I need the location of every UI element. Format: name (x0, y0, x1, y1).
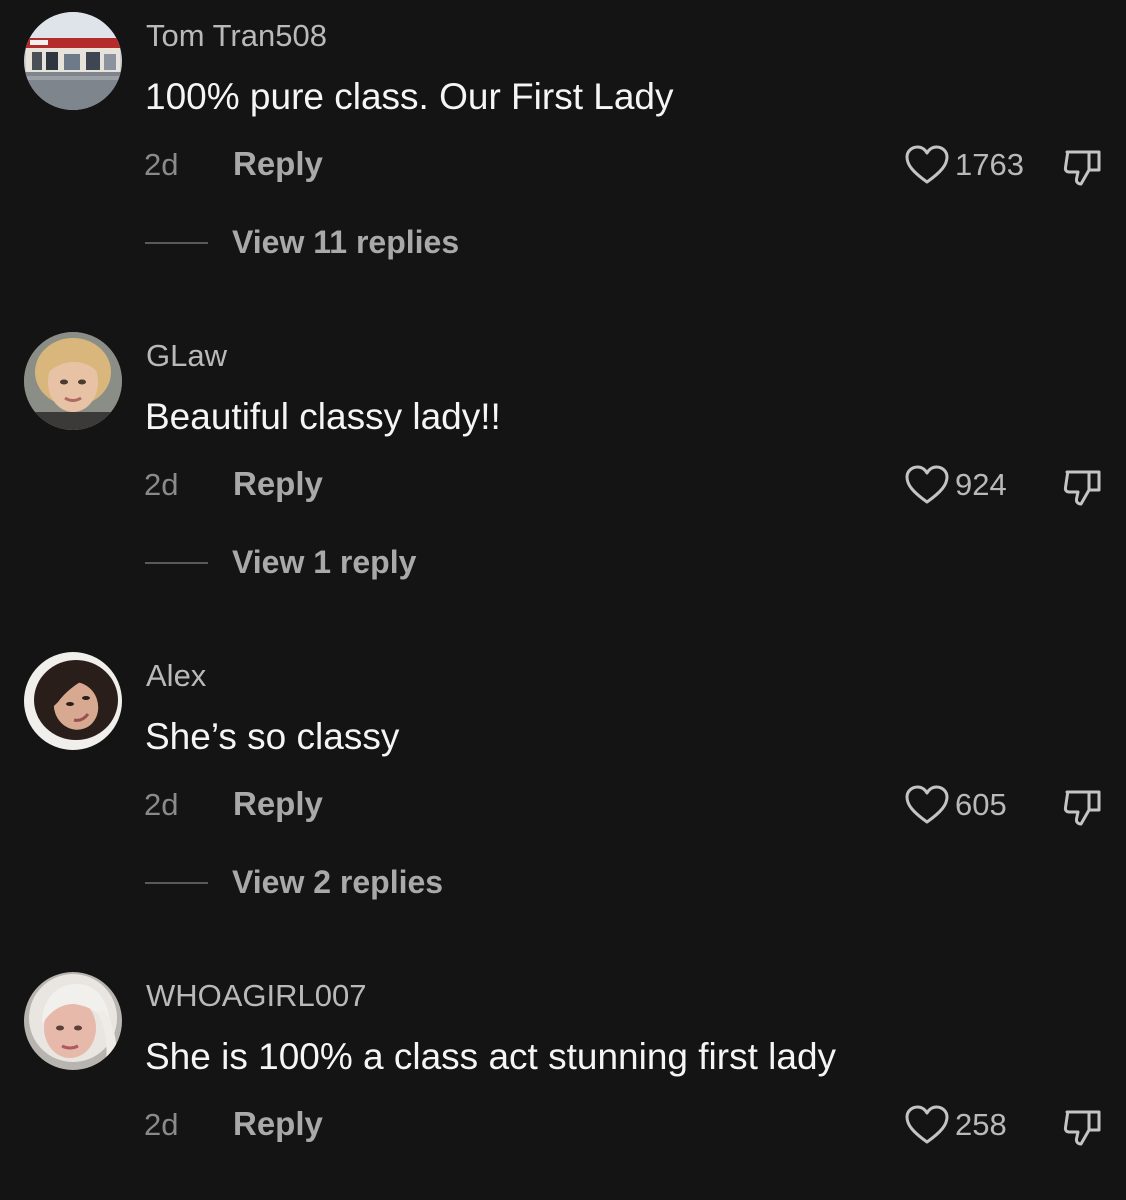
comment-text: She is 100% a class act stunning first l… (145, 1036, 837, 1077)
dislike-button[interactable] (1061, 786, 1105, 830)
reply-button[interactable]: Reply (233, 1105, 323, 1143)
avatar[interactable] (24, 332, 122, 430)
view-replies-label: View 1 reply (232, 544, 417, 580)
username[interactable]: WHOAGIRL007 (146, 978, 367, 1014)
heart-icon (903, 144, 951, 186)
like-count: 605 (955, 787, 1007, 822)
username[interactable]: Alex (146, 658, 206, 694)
dislike-button[interactable] (1061, 466, 1105, 510)
like-button[interactable]: 1763 (903, 144, 1024, 186)
timestamp: 2d (144, 787, 179, 822)
comment-text: She’s so classy (145, 716, 400, 757)
timestamp: 2d (144, 147, 179, 182)
like-count: 1763 (955, 147, 1024, 182)
like-count: 258 (955, 1107, 1007, 1142)
avatar[interactable] (24, 972, 122, 1070)
view-replies-button[interactable]: View 2 replies (145, 864, 443, 901)
thumbs-down-icon (1061, 466, 1105, 510)
heart-icon (903, 464, 951, 506)
thumbs-down-icon (1061, 1106, 1105, 1150)
heart-icon (903, 784, 951, 826)
avatar[interactable] (24, 12, 122, 110)
username[interactable]: GLaw (146, 338, 227, 374)
view-replies-button[interactable]: View 1 reply (145, 544, 416, 581)
view-replies-label: View 2 replies (232, 864, 444, 900)
comment-text: Beautiful classy lady!! (145, 396, 501, 437)
reply-button[interactable]: Reply (233, 465, 323, 503)
avatar[interactable] (24, 652, 122, 750)
dislike-button[interactable] (1061, 1106, 1105, 1150)
like-count: 924 (955, 467, 1007, 502)
thumbs-down-icon (1061, 146, 1105, 190)
comment-text: 100% pure class. Our First Lady (145, 76, 674, 117)
comments-list: Tom Tran508 100% pure class. Our First L… (0, 0, 1126, 1200)
reply-button[interactable]: Reply (233, 145, 323, 183)
timestamp: 2d (144, 467, 179, 502)
dislike-button[interactable] (1061, 146, 1105, 190)
view-replies-button[interactable]: View 11 replies (145, 224, 459, 261)
heart-icon (903, 1104, 951, 1146)
username[interactable]: Tom Tran508 (146, 18, 327, 54)
reply-button[interactable]: Reply (233, 785, 323, 823)
divider-line (145, 241, 208, 244)
divider-line (145, 561, 208, 564)
timestamp: 2d (144, 1107, 179, 1142)
like-button[interactable]: 258 (903, 1104, 1007, 1146)
divider-line (145, 881, 208, 884)
view-replies-label: View 11 replies (232, 224, 460, 260)
thumbs-down-icon (1061, 786, 1105, 830)
like-button[interactable]: 924 (903, 464, 1007, 506)
like-button[interactable]: 605 (903, 784, 1007, 826)
